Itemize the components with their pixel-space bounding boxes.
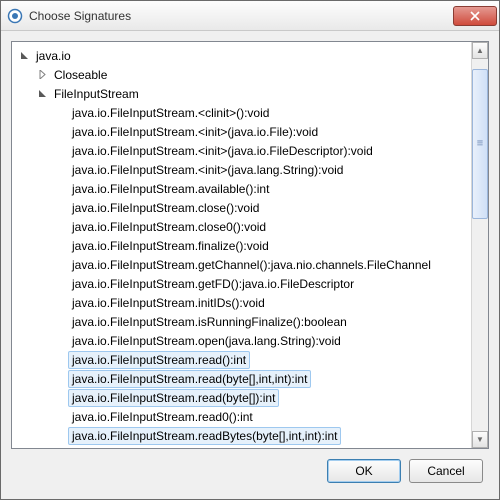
tree-item-label: java.io.FileInputStream.open(java.lang.S… — [68, 332, 345, 350]
tree-item-label: java.io.FileInputStream.readBytes(byte[]… — [68, 427, 341, 445]
scroll-thumb[interactable] — [472, 69, 488, 219]
tree-item-label: java.io — [32, 47, 75, 65]
tree-leaf[interactable]: java.io.FileInputStream.read(byte[]):int — [14, 388, 469, 407]
tree-item-label: FileInputStream — [50, 85, 143, 103]
tree-node[interactable]: java.io — [14, 46, 469, 65]
tree-leaf[interactable]: java.io.FileInputStream.open(java.lang.S… — [14, 331, 469, 350]
dialog-button-row: OK Cancel — [11, 449, 489, 489]
tree-frame: java.ioCloseableFileInputStreamjava.io.F… — [11, 41, 489, 449]
close-button[interactable] — [453, 6, 497, 26]
dialog-content: java.ioCloseableFileInputStreamjava.io.F… — [1, 31, 499, 499]
tree-item-label: java.io.FileInputStream.getFD():java.io.… — [68, 275, 358, 293]
scroll-up-button[interactable]: ▲ — [472, 42, 488, 59]
tree-item-label: java.io.FileInputStream.skip(long):long — [68, 446, 280, 449]
window-title: Choose Signatures — [29, 9, 453, 23]
tree-item-label: java.io.FileInputStream.isRunningFinaliz… — [68, 313, 351, 331]
tree-node[interactable]: Closeable — [14, 65, 469, 84]
tree-item-label: java.io.FileInputStream.close0():void — [68, 218, 270, 236]
tree-leaf[interactable]: java.io.FileInputStream.getFD():java.io.… — [14, 274, 469, 293]
tree-item-label: java.io.FileInputStream.<clinit>():void — [68, 104, 273, 122]
tree-leaf[interactable]: java.io.FileInputStream.skip(long):long — [14, 445, 469, 448]
tree-leaf[interactable]: java.io.FileInputStream.close0():void — [14, 217, 469, 236]
tree-item-label: java.io.FileInputStream.<init>(java.io.F… — [68, 142, 377, 160]
tree-leaf[interactable]: java.io.FileInputStream.getChannel():jav… — [14, 255, 469, 274]
scroll-track[interactable] — [472, 59, 488, 431]
tree-item-label: java.io.FileInputStream.finalize():void — [68, 237, 273, 255]
tree-leaf[interactable]: java.io.FileInputStream.<clinit>():void — [14, 103, 469, 122]
tree-item-label: java.io.FileInputStream.read():int — [68, 351, 250, 369]
dialog-window: Choose Signatures java.ioCloseableFileIn… — [0, 0, 500, 500]
tree-leaf[interactable]: java.io.FileInputStream.<init>(java.lang… — [14, 160, 469, 179]
tree-leaf[interactable]: java.io.FileInputStream.read():int — [14, 350, 469, 369]
cancel-button[interactable]: Cancel — [409, 459, 483, 483]
tree-item-label: Closeable — [50, 66, 111, 84]
collapse-icon[interactable] — [18, 50, 30, 62]
tree-leaf[interactable]: java.io.FileInputStream.initIDs():void — [14, 293, 469, 312]
collapse-icon[interactable] — [36, 88, 48, 100]
app-icon — [7, 8, 23, 24]
vertical-scrollbar[interactable]: ▲ ▼ — [471, 42, 488, 448]
scroll-down-button[interactable]: ▼ — [472, 431, 488, 448]
tree-item-label: java.io.FileInputStream.read0():int — [68, 408, 257, 426]
tree-leaf[interactable]: java.io.FileInputStream.<init>(java.io.F… — [14, 141, 469, 160]
tree-leaf[interactable]: java.io.FileInputStream.available():int — [14, 179, 469, 198]
tree-item-label: java.io.FileInputStream.read(byte[],int,… — [68, 370, 311, 388]
tree-item-label: java.io.FileInputStream.initIDs():void — [68, 294, 269, 312]
tree-leaf[interactable]: java.io.FileInputStream.close():void — [14, 198, 469, 217]
ok-button[interactable]: OK — [327, 459, 401, 483]
signature-tree[interactable]: java.ioCloseableFileInputStreamjava.io.F… — [12, 42, 471, 448]
tree-item-label: java.io.FileInputStream.getChannel():jav… — [68, 256, 435, 274]
tree-leaf[interactable]: java.io.FileInputStream.read(byte[],int,… — [14, 369, 469, 388]
tree-item-label: java.io.FileInputStream.<init>(java.lang… — [68, 161, 347, 179]
titlebar: Choose Signatures — [1, 1, 499, 31]
tree-item-label: java.io.FileInputStream.close():void — [68, 199, 263, 217]
tree-leaf[interactable]: java.io.FileInputStream.isRunningFinaliz… — [14, 312, 469, 331]
tree-leaf[interactable]: java.io.FileInputStream.read0():int — [14, 407, 469, 426]
tree-node[interactable]: FileInputStream — [14, 84, 469, 103]
tree-item-label: java.io.FileInputStream.available():int — [68, 180, 273, 198]
tree-leaf[interactable]: java.io.FileInputStream.<init>(java.io.F… — [14, 122, 469, 141]
tree-leaf[interactable]: java.io.FileInputStream.finalize():void — [14, 236, 469, 255]
tree-item-label: java.io.FileInputStream.read(byte[]):int — [68, 389, 279, 407]
expand-icon[interactable] — [36, 69, 48, 81]
tree-leaf[interactable]: java.io.FileInputStream.readBytes(byte[]… — [14, 426, 469, 445]
tree-item-label: java.io.FileInputStream.<init>(java.io.F… — [68, 123, 322, 141]
